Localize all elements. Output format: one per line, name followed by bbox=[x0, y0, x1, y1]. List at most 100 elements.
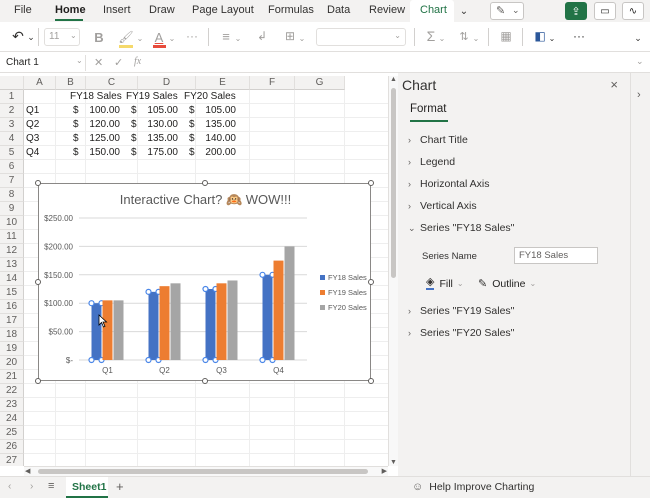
cell-value[interactable]: 130.00 bbox=[146, 118, 178, 132]
horizontal-scrollbar[interactable]: ◀ ▶ bbox=[24, 466, 388, 476]
cell-value[interactable]: 120.00 bbox=[88, 118, 120, 132]
chevron-down-icon[interactable]: ⌄ bbox=[298, 29, 306, 47]
collapse-ribbon-icon[interactable]: ⌄ bbox=[632, 29, 644, 47]
sheet-tab-sheet1[interactable]: Sheet1 bbox=[66, 477, 108, 498]
bold-icon[interactable]: B bbox=[92, 28, 106, 46]
column-header-e[interactable]: E bbox=[196, 76, 250, 90]
row-header-26[interactable]: 26 bbox=[0, 440, 24, 454]
vertical-scroll-thumb[interactable] bbox=[391, 88, 396, 278]
chevron-down-icon[interactable]: ⌄ bbox=[234, 29, 242, 47]
row-header-13[interactable]: 13 bbox=[0, 258, 24, 272]
row-header-19[interactable]: 19 bbox=[0, 342, 24, 356]
undo-icon[interactable]: ↶ bbox=[10, 27, 26, 45]
formula-input[interactable] bbox=[150, 55, 630, 71]
row-header-9[interactable]: 9 bbox=[0, 202, 24, 216]
selection-handle[interactable] bbox=[202, 285, 209, 293]
bar-fy19-sales-q1[interactable] bbox=[102, 300, 113, 360]
bar-fy19-sales-q2[interactable] bbox=[159, 286, 170, 360]
outline-button[interactable]: ✎ Outline ⌄ bbox=[478, 277, 536, 291]
bar-fy19-sales-q3[interactable] bbox=[216, 283, 227, 360]
row-header-1[interactable]: 1 bbox=[0, 90, 24, 104]
tab-file[interactable]: File bbox=[14, 4, 32, 16]
bar-fy19-sales-q4[interactable] bbox=[273, 260, 284, 360]
row-header-10[interactable]: 10 bbox=[0, 216, 24, 230]
row-header-18[interactable]: 18 bbox=[0, 328, 24, 342]
selection-handle[interactable] bbox=[145, 356, 152, 364]
chart-resize-handle[interactable] bbox=[368, 279, 374, 285]
vertical-scrollbar[interactable]: ▲ ▼ bbox=[388, 76, 398, 466]
legend-swatch[interactable] bbox=[320, 290, 325, 295]
chart-resize-handle[interactable] bbox=[368, 378, 374, 384]
chevron-down-icon[interactable]: ⌄ bbox=[168, 29, 176, 47]
legend-swatch[interactable] bbox=[320, 305, 325, 310]
row-header-8[interactable]: 8 bbox=[0, 188, 24, 202]
tab-review[interactable]: Review bbox=[369, 4, 405, 16]
bar-fy18-sales-q1[interactable] bbox=[91, 303, 102, 360]
row-header-4[interactable]: 4 bbox=[0, 132, 24, 146]
tab-format[interactable]: Format bbox=[410, 103, 446, 115]
section-series-fy20[interactable]: › Series "FY20 Sales" bbox=[408, 327, 514, 339]
more-options-icon[interactable]: ··· bbox=[570, 27, 588, 45]
section-vertical-axis[interactable]: › Vertical Axis bbox=[408, 200, 477, 212]
row-header-16[interactable]: 16 bbox=[0, 300, 24, 314]
add-sheet-icon[interactable]: + bbox=[116, 479, 124, 494]
bar-fy20-sales-q2[interactable] bbox=[170, 283, 181, 360]
series-name-input[interactable] bbox=[514, 247, 598, 264]
cell-header[interactable]: FY19 Sales bbox=[126, 90, 178, 104]
all-sheets-icon[interactable]: ≡ bbox=[48, 480, 54, 492]
section-legend[interactable]: › Legend bbox=[408, 156, 455, 168]
font-color-icon[interactable]: A bbox=[152, 28, 166, 46]
more-font-options-icon[interactable]: ··· bbox=[184, 27, 200, 45]
section-chart-title[interactable]: › Chart Title bbox=[408, 134, 468, 146]
column-header-c[interactable]: C bbox=[86, 76, 138, 90]
row-header-24[interactable]: 24 bbox=[0, 412, 24, 426]
cell-value[interactable]: 175.00 bbox=[146, 146, 178, 160]
chevron-down-icon[interactable]: ⌄ bbox=[548, 29, 556, 47]
tab-chart[interactable]: Chart bbox=[420, 4, 447, 16]
column-header-b[interactable]: B bbox=[56, 76, 86, 90]
row-header-6[interactable]: 6 bbox=[0, 160, 24, 174]
scroll-left-icon[interactable]: ◀ bbox=[25, 467, 30, 475]
cell-quarter-label[interactable]: Q3 bbox=[26, 132, 39, 146]
font-size-select[interactable]: 11 ⌄ bbox=[44, 28, 80, 46]
cell-value[interactable]: 125.00 bbox=[88, 132, 120, 146]
chart-styles-icon[interactable]: ◧ bbox=[532, 27, 548, 45]
row-header-3[interactable]: 3 bbox=[0, 118, 24, 132]
chart-object[interactable]: Interactive Chart? 🙉 WOW!!! $- $50.00 $100… bbox=[38, 183, 371, 381]
table-icon[interactable]: ▦ bbox=[498, 27, 514, 45]
undo-dropdown-icon[interactable]: ⌄ bbox=[26, 28, 36, 46]
align-icon[interactable]: ≡ bbox=[218, 27, 234, 45]
wrap-text-icon[interactable]: ↲ bbox=[254, 27, 270, 45]
section-horizontal-axis[interactable]: › Horizontal Axis bbox=[408, 178, 489, 190]
tab-insert[interactable]: Insert bbox=[103, 4, 131, 16]
cancel-icon[interactable]: ✕ bbox=[94, 56, 103, 69]
next-sheet-icon[interactable]: › bbox=[30, 481, 33, 492]
section-series-fy18[interactable]: ⌄ Series "FY18 Sales" bbox=[408, 222, 514, 234]
row-header-23[interactable]: 23 bbox=[0, 398, 24, 412]
chevron-down-icon[interactable]: ⌄ bbox=[136, 29, 144, 47]
bar-fy18-sales-q2[interactable] bbox=[148, 291, 159, 360]
chevron-right-icon[interactable]: › bbox=[637, 89, 641, 101]
cell-value[interactable]: 200.00 bbox=[204, 146, 236, 160]
fill-color-icon[interactable]: 🖌 bbox=[118, 28, 134, 46]
row-header-12[interactable]: 12 bbox=[0, 244, 24, 258]
chevron-down-icon[interactable]: ⌄ bbox=[472, 29, 480, 47]
close-pane-icon[interactable]: × bbox=[610, 77, 618, 92]
cell-header[interactable]: FY20 Sales bbox=[184, 90, 236, 104]
column-header-d[interactable]: D bbox=[138, 76, 196, 90]
row-header-21[interactable]: 21 bbox=[0, 370, 24, 384]
chevron-down-icon[interactable]: ⌄ bbox=[438, 29, 446, 47]
selection-handle[interactable] bbox=[145, 288, 152, 295]
bar-fy18-sales-q3[interactable] bbox=[205, 289, 216, 360]
selection-handle[interactable] bbox=[202, 356, 209, 364]
section-series-fy19[interactable]: › Series "FY19 Sales" bbox=[408, 305, 514, 317]
name-box[interactable]: Chart 1 ⌄ bbox=[2, 55, 86, 71]
cell-value[interactable]: 140.00 bbox=[204, 132, 236, 146]
selection-handle[interactable] bbox=[88, 356, 95, 364]
cell-quarter-label[interactable]: Q1 bbox=[26, 104, 39, 118]
row-header-20[interactable]: 20 bbox=[0, 356, 24, 370]
chart-resize-handle[interactable] bbox=[35, 279, 41, 285]
scroll-up-icon[interactable]: ▲ bbox=[390, 76, 397, 83]
cell-quarter-label[interactable]: Q4 bbox=[26, 146, 39, 160]
legend-entry[interactable]: FY20 Sales bbox=[328, 303, 367, 312]
